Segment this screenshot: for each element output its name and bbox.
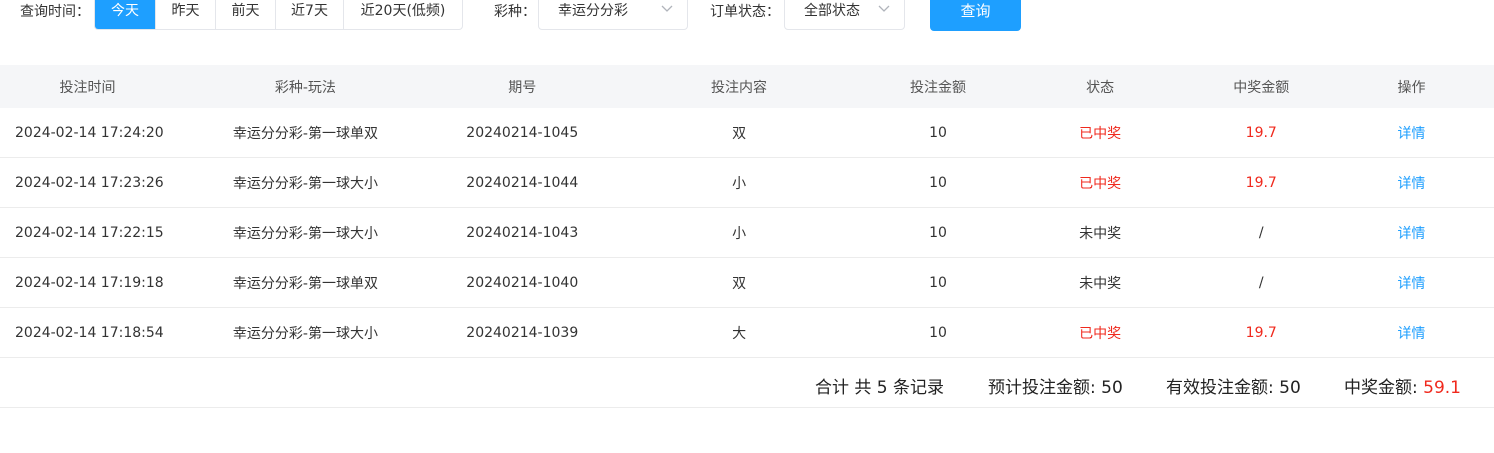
header-bet-time: 投注时间 xyxy=(59,79,116,96)
valid-bet-label: 有效投注金额: xyxy=(1166,378,1280,398)
detail-link[interactable]: 详情 xyxy=(1329,223,1494,243)
time-option-today[interactable]: 今天 xyxy=(95,0,155,29)
header-status: 状态 xyxy=(1086,79,1115,96)
expected-bet-label: 预计投注金额: xyxy=(988,378,1102,398)
record-count: 合计 共 5 条记录 xyxy=(815,378,945,398)
header-bet-amount: 投注金额 xyxy=(909,79,966,96)
game-play-cell: 幸运分分彩-第一球大小 xyxy=(232,325,378,342)
chevron-down-icon xyxy=(878,5,890,12)
header-game-play: 彩种-玩法 xyxy=(274,79,336,96)
bet-time-cell: 2024-02-14 17:18:54 xyxy=(15,324,164,341)
header-issue: 期号 xyxy=(508,79,537,96)
win-amount-cell: / xyxy=(1258,274,1264,291)
win-total-value: 59.1 xyxy=(1423,378,1461,398)
bet-amount-cell: 10 xyxy=(929,324,947,341)
summary-bar: 合计 共 5 条记录 预计投注金额: 50 有效投注金额: 50 中奖金额: 5… xyxy=(0,358,1494,408)
status-select-value: 全部状态 xyxy=(804,2,860,19)
bet-time-cell: 2024-02-14 17:23:26 xyxy=(15,174,164,191)
chevron-down-icon xyxy=(661,5,673,12)
time-option-20-days[interactable]: 近20天(低频) xyxy=(343,0,462,29)
issue-cell: 20240214-1039 xyxy=(466,324,579,341)
win-amount-cell: / xyxy=(1258,224,1264,241)
status-cell: 已中奖 xyxy=(1079,325,1122,342)
bet-time-cell: 2024-02-14 17:19:18 xyxy=(15,274,164,291)
detail-link[interactable]: 详情 xyxy=(1329,173,1494,193)
status-cell: 已中奖 xyxy=(1079,175,1122,192)
lottery-select[interactable]: 幸运分分彩 xyxy=(538,0,688,30)
lottery-filter-label: 彩种： xyxy=(494,4,536,20)
time-filter-label: 查询时间： xyxy=(20,4,90,20)
header-action: 操作 xyxy=(1397,79,1426,96)
status-filter-label: 订单状态： xyxy=(710,4,780,20)
header-bet-content: 投注内容 xyxy=(711,79,768,96)
bet-amount-cell: 10 xyxy=(929,274,947,291)
lottery-select-value: 幸运分分彩 xyxy=(558,2,628,19)
bet-content-cell: 小 xyxy=(732,175,747,192)
detail-link[interactable]: 详情 xyxy=(1329,273,1494,293)
issue-cell: 20240214-1040 xyxy=(466,274,579,291)
detail-link[interactable]: 详情 xyxy=(1329,123,1494,143)
game-play-cell: 幸运分分彩-第一球单双 xyxy=(232,125,378,142)
issue-cell: 20240214-1044 xyxy=(466,174,579,191)
bet-amount-cell: 10 xyxy=(929,224,947,241)
header-win-amount: 中奖金额 xyxy=(1233,79,1290,96)
win-total: 中奖金额: 59.1 xyxy=(1344,373,1461,398)
win-amount-cell: 19.7 xyxy=(1245,124,1277,141)
time-range-selector: 今天 昨天 前天 近7天 近20天(低频) xyxy=(94,0,463,30)
valid-bet-value: 50 xyxy=(1279,378,1301,398)
query-button[interactable]: 查询 xyxy=(930,0,1021,31)
bet-time-cell: 2024-02-14 17:24:20 xyxy=(15,124,164,141)
bet-content-cell: 小 xyxy=(732,225,747,242)
game-play-cell: 幸运分分彩-第一球单双 xyxy=(232,275,378,292)
issue-cell: 20240214-1043 xyxy=(466,224,579,241)
bet-amount-cell: 10 xyxy=(929,124,947,141)
win-total-label: 中奖金额: xyxy=(1344,378,1424,398)
game-play-cell: 幸运分分彩-第一球大小 xyxy=(232,175,378,192)
expected-bet-total: 预计投注金额: 50 xyxy=(988,373,1123,398)
status-cell: 未中奖 xyxy=(1079,225,1122,242)
time-option-7-days[interactable]: 近7天 xyxy=(275,0,343,29)
bet-content-cell: 大 xyxy=(732,325,747,342)
table-row: 2024-02-14 17:19:18 幸运分分彩-第一球单双 20240214-1… xyxy=(0,258,1494,308)
time-option-yesterday[interactable]: 昨天 xyxy=(155,0,215,29)
table-row: 2024-02-14 17:24:20 幸运分分彩-第一球单双 20240214-1… xyxy=(0,108,1494,158)
win-amount-cell: 19.7 xyxy=(1245,324,1277,341)
issue-cell: 20240214-1045 xyxy=(466,124,579,141)
detail-link[interactable]: 详情 xyxy=(1329,323,1494,343)
bet-content-cell: 双 xyxy=(732,125,747,142)
table-row: 2024-02-14 17:22:15 幸运分分彩-第一球大小 20240214-1… xyxy=(0,208,1494,258)
win-amount-cell: 19.7 xyxy=(1245,174,1277,191)
status-select[interactable]: 全部状态 xyxy=(784,0,905,30)
bet-content-cell: 双 xyxy=(732,275,747,292)
bet-time-cell: 2024-02-14 17:22:15 xyxy=(15,224,164,241)
expected-bet-value: 50 xyxy=(1101,378,1123,398)
table-body: 2024-02-14 17:24:20 幸运分分彩-第一球单双 20240214-1… xyxy=(0,108,1494,358)
table-row: 2024-02-14 17:23:26 幸运分分彩-第一球大小 20240214-1… xyxy=(0,158,1494,208)
filter-bar: 查询时间： 今天 昨天 前天 近7天 近20天(低频) 彩种： 幸运分分彩 订单… xyxy=(0,0,1494,31)
status-cell: 未中奖 xyxy=(1079,275,1122,292)
table-row: 2024-02-14 17:18:54 幸运分分彩-第一球大小 20240214-1… xyxy=(0,308,1494,358)
game-play-cell: 幸运分分彩-第一球大小 xyxy=(232,225,378,242)
time-option-day-before[interactable]: 前天 xyxy=(215,0,275,29)
status-cell: 已中奖 xyxy=(1079,125,1122,142)
valid-bet-total: 有效投注金额: 50 xyxy=(1166,373,1301,398)
orders-table: 投注时间 彩种-玩法 期号 投注内容 投注金额 状态 中奖金额 操作 2024-… xyxy=(0,65,1494,358)
bet-amount-cell: 10 xyxy=(929,174,947,191)
table-header: 投注时间 彩种-玩法 期号 投注内容 投注金额 状态 中奖金额 操作 xyxy=(0,65,1494,108)
